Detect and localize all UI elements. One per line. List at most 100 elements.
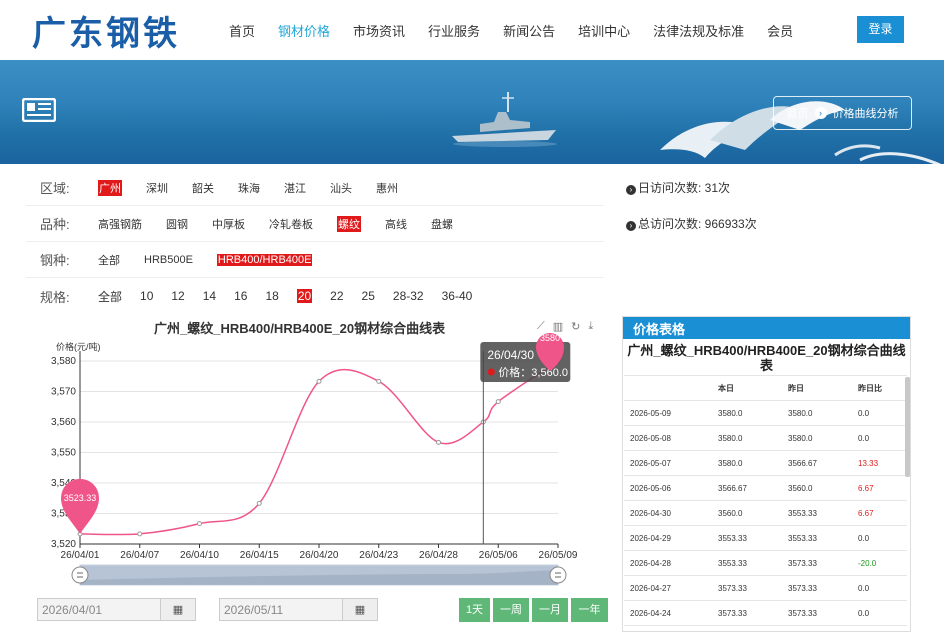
nav-item[interactable]: 法律法规及标准 [653,21,744,40]
filter-option[interactable]: 韶关 [192,180,214,196]
x-tick-label: 26/04/23 [359,550,398,561]
filter-option[interactable]: 惠州 [376,180,398,196]
filter-option[interactable]: 广州 [98,179,122,196]
filter-option[interactable]: 汕头 [330,180,352,196]
nav-item[interactable]: 市场资讯 [353,21,405,40]
range-button[interactable]: 一年 [571,598,608,622]
breadcrumb-arrow-icon: › [814,107,827,119]
table-cell: 2026-04-29 [624,525,712,551]
range-button[interactable]: 一月 [532,598,568,622]
table-cell: 3580.0 [782,400,852,426]
y-tick-label: 3,550 [51,448,76,459]
end-date-input[interactable]: 2026/05/11 [219,598,343,621]
filter-option[interactable]: 18 [265,289,278,303]
filter-option[interactable]: 盘螺 [431,216,453,232]
filter-option[interactable]: HRB500E [144,254,193,266]
table-cell: 3553.33 [712,550,782,576]
filter-option[interactable]: 36-40 [442,289,473,303]
nav-item[interactable]: 会员 [767,21,793,40]
filter-row-region: 区域: 广州 深圳 韶关 珠海 湛江 汕头 惠州 [26,170,604,206]
login-button[interactable]: 登录 [857,16,904,43]
data-point [495,399,501,405]
table-cell: 3573.33 [712,600,782,626]
table-row: 2026-04-24 3573.33 3573.33 0.0 [624,600,907,626]
y-tick-label: 3,560 [51,417,76,428]
y-tick-label: 3,570 [51,387,76,398]
calendar-icon[interactable]: ▦ [160,598,196,621]
table-cell: 2026-04-30 [624,500,712,526]
daily-visits: › 日访问次数: 31次 [626,179,730,196]
x-tick-label: 26/04/20 [300,550,339,561]
nav-item[interactable]: 培训中心 [578,21,630,40]
data-point [197,521,202,527]
range-button[interactable]: 1天 [459,598,490,622]
table-cell: 3573.33 [782,575,852,601]
site-logo[interactable]: 广东钢铁 [32,6,180,55]
nav-item[interactable]: 行业服务 [428,21,480,40]
table-scrollbar[interactable] [905,377,910,477]
filter-option[interactable]: 16 [234,289,247,303]
filter-row-variety: 品种: 高强钢筋 圆钢 中厚板 冷轧卷板 螺纹 高线 盘螺 [26,206,604,242]
newspaper-icon [22,98,56,122]
tooltip-value: 价格：3,560.0 [498,365,568,379]
x-tick-label: 26/04/07 [120,550,159,561]
table-cell: 2026-05-08 [624,425,712,451]
table-row: 2026-05-07 3580.0 3566.67 13.33 [624,450,907,476]
table-cell: 3573.33 [782,550,852,576]
table-cell: 3566.67 [712,475,782,501]
table-row: 2026-04-29 3553.33 3553.33 0.0 [624,525,907,551]
filter-option[interactable]: 25 [362,289,375,303]
filter-option[interactable]: 14 [203,289,216,303]
range-button[interactable]: 一周 [493,598,529,622]
filter-option[interactable]: 深圳 [146,180,168,196]
table-cell: 3580.0 [712,425,782,451]
filter-option[interactable]: 10 [140,289,153,303]
table-column-header: 昨日比 [852,375,907,401]
table-cell: 3553.33 [782,525,852,551]
table-cell: 0.0 [852,575,907,601]
filter-option[interactable]: 22 [330,289,343,303]
filter-option[interactable]: HRB400/HRB400E [216,253,313,266]
arrow-circle-icon: › [626,221,636,231]
filter-option[interactable]: 28-32 [393,289,424,303]
tooltip-marker [487,368,495,376]
breadcrumb: 首页 › 价格曲线分析 [773,96,912,130]
filter-option[interactable]: 中厚板 [212,216,245,232]
data-point [436,439,441,445]
filter-option[interactable]: 全部 [98,288,122,305]
filter-option[interactable]: 珠海 [238,180,260,196]
nav-item[interactable]: 首页 [229,21,255,40]
table-column-header: 本日 [712,375,782,401]
filter-option[interactable]: 20 [296,289,313,303]
filter-option[interactable]: 高线 [385,216,407,232]
filter-option[interactable]: 湛江 [284,180,306,196]
filter-label: 钢种: [40,253,70,268]
nav-item[interactable]: 钢材价格 [278,21,330,40]
filter-option[interactable]: 冷轧卷板 [269,216,313,232]
table-cell: 3573.33 [712,575,782,601]
calendar-icon[interactable]: ▦ [342,598,378,621]
warship-illustration [452,92,557,147]
breadcrumb-home[interactable]: 首页 [787,105,809,121]
zoom-handle-right[interactable] [549,566,567,584]
table-cell: 3580.0 [712,400,782,426]
table-cell: 0.0 [852,600,907,626]
filter-option[interactable]: 圆钢 [166,216,188,232]
nav-item[interactable]: 新闻公告 [503,21,555,40]
zoom-handle-left[interactable] [71,566,89,584]
chart-canvas[interactable]: 3,5203,5303,5403,5503,5603,5703,58026/04… [30,312,614,602]
start-date-input[interactable]: 2026/04/01 [37,598,161,621]
table-cell: 2026-04-28 [624,550,712,576]
series-line [79,360,559,536]
table-cell: 2026-05-09 [624,400,712,426]
filter-option[interactable]: 螺纹 [337,215,361,232]
filter-option[interactable]: 12 [171,289,184,303]
table-cell: 2026-05-06 [624,475,712,501]
filter-option[interactable]: 高强钢筋 [98,216,142,232]
price-table: 本日 昨日 昨日比 2026-05-09 3580.0 3580.0 0.0 2026-05… [624,375,907,626]
x-tick-label: 26/04/28 [419,550,458,561]
breadcrumb-current: 价格曲线分析 [832,108,899,120]
tooltip-date: 26/04/30 [487,348,534,362]
table-cell: 0.0 [852,400,907,426]
filter-option[interactable]: 全部 [98,252,120,268]
